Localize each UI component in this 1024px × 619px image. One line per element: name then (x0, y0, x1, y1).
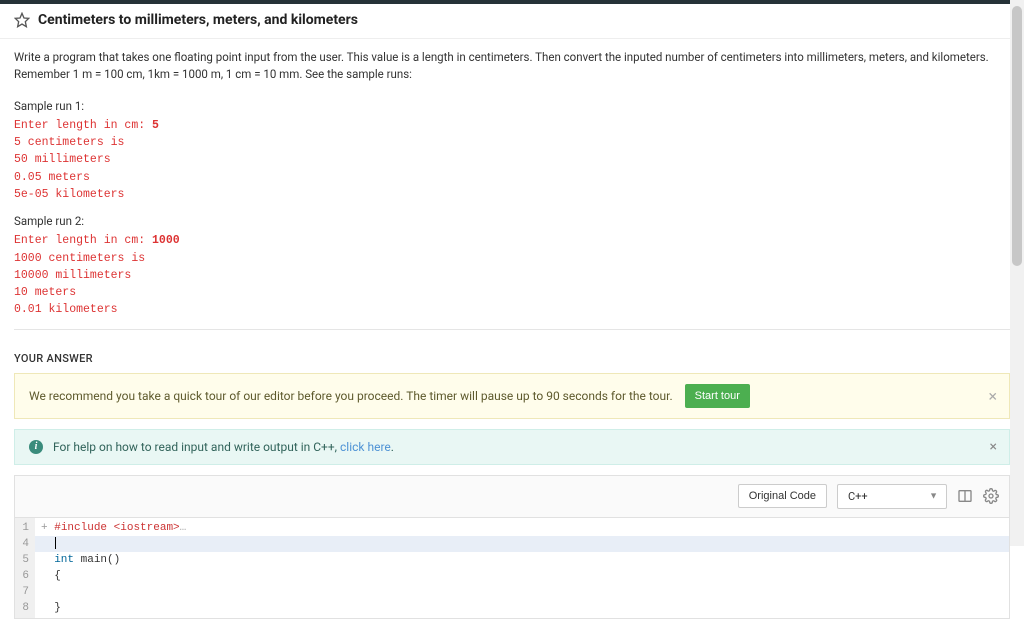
code-area[interactable]: 1 4 5 6 7 8 + #include <iostream>… int m… (15, 518, 1009, 618)
scrollbar-thumb[interactable] (1012, 6, 1022, 266)
tour-banner-text: We recommend you take a quick tour of ou… (29, 389, 673, 403)
sample-user-input: 5 (152, 119, 159, 132)
code-line[interactable]: + #include <iostream>… (41, 520, 1003, 536)
line-number: 4 (19, 536, 29, 552)
line-gutter: 1 4 5 6 7 8 (15, 518, 35, 618)
info-icon: i (29, 440, 43, 454)
language-select[interactable]: C++ ▼ (837, 484, 947, 509)
close-icon[interactable]: × (990, 439, 997, 455)
editor-toolbar: Original Code C++ ▼ (15, 476, 1009, 518)
line-number: 5 (19, 552, 29, 568)
help-link[interactable]: click here (340, 440, 391, 454)
sample-text: 10 meters (14, 284, 1010, 301)
sample-text: 1000 centimeters is (14, 250, 1010, 267)
sample-text: 10000 millimeters (14, 267, 1010, 284)
sample-text: Enter length in cm: (14, 234, 152, 247)
divider (14, 329, 1010, 330)
close-icon[interactable]: × (988, 386, 997, 405)
sample-text: 0.01 kilometers (14, 301, 1010, 318)
start-tour-button[interactable]: Start tour (685, 384, 750, 408)
gear-icon[interactable] (983, 488, 999, 504)
chevron-down-icon: ▼ (929, 491, 938, 502)
page-title: Centimeters to millimeters, meters, and … (38, 12, 358, 28)
your-answer-heading: YOUR ANSWER (0, 352, 1024, 373)
code-token: int (54, 554, 74, 566)
code-line[interactable] (41, 536, 1003, 552)
text-cursor (55, 537, 56, 549)
help-banner: i For help on how to read input and writ… (14, 429, 1010, 465)
sample-text: 5e-05 kilometers (14, 186, 1010, 203)
sample-text: 5 centimeters is (14, 134, 1010, 151)
problem-description: Write a program that takes one floating … (14, 49, 1010, 84)
fold-toggle-icon[interactable]: + (41, 522, 48, 534)
code-line[interactable]: } (41, 600, 1003, 616)
code-token: main() (74, 554, 120, 566)
code-line[interactable]: int main() (41, 552, 1003, 568)
sample-text: 50 millimeters (14, 151, 1010, 168)
sample-run-1-output: Enter length in cm: 5 5 centimeters is 5… (14, 117, 1010, 203)
tour-banner: We recommend you take a quick tour of ou… (14, 373, 1010, 419)
line-number: 7 (19, 584, 29, 600)
code-token: <iostream> (114, 522, 180, 534)
favorite-star-icon[interactable] (14, 12, 30, 28)
layout-split-icon[interactable] (957, 488, 973, 504)
code-line[interactable]: { (41, 568, 1003, 584)
help-text: For help on how to read input and write … (53, 440, 394, 454)
language-select-value: C++ (848, 490, 868, 503)
sample-run-1-label: Sample run 1: (14, 98, 1010, 115)
problem-content: Write a program that takes one floating … (0, 39, 1024, 352)
help-suffix: . (391, 440, 394, 454)
code-fold-ellipsis[interactable]: … (180, 522, 187, 534)
code-token: #include (54, 522, 107, 534)
code-lines[interactable]: + #include <iostream>… int main() { } (35, 518, 1009, 618)
sample-run-2-output: Enter length in cm: 1000 1000 centimeter… (14, 232, 1010, 318)
code-line[interactable] (41, 584, 1003, 600)
code-token: { (54, 570, 61, 582)
sample-run-2-label: Sample run 2: (14, 213, 1010, 230)
code-token: } (54, 602, 61, 614)
page-scrollbar[interactable] (1010, 0, 1024, 546)
line-number: 8 (19, 600, 29, 616)
page-header: Centimeters to millimeters, meters, and … (0, 4, 1024, 39)
code-editor: Original Code C++ ▼ 1 4 5 6 7 8 + #inclu… (14, 475, 1010, 619)
line-number: 1 (19, 520, 29, 536)
line-number: 6 (19, 568, 29, 584)
original-code-button[interactable]: Original Code (738, 484, 827, 508)
sample-text: 0.05 meters (14, 169, 1010, 186)
sample-text: Enter length in cm: (14, 119, 152, 132)
help-prefix: For help on how to read input and write … (53, 440, 340, 454)
sample-user-input: 1000 (152, 234, 180, 247)
